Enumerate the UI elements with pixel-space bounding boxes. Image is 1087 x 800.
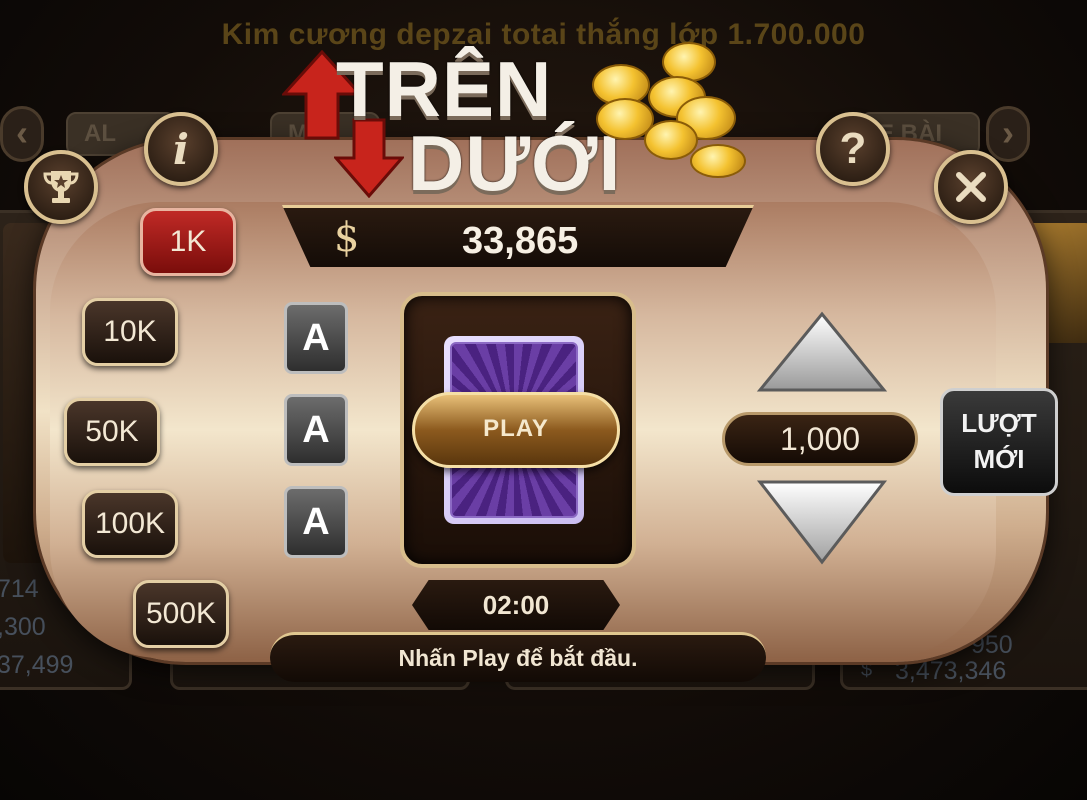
new-turn-label-line1: LƯỢT <box>961 408 1037 438</box>
bg-next-arrow-icon: › <box>986 106 1030 162</box>
history-card: A <box>284 486 348 558</box>
countdown-timer: 02:00 <box>412 580 620 630</box>
new-turn-label-line2: MỚI <box>973 444 1025 474</box>
lower-button[interactable] <box>756 478 888 566</box>
close-button[interactable] <box>934 150 1008 224</box>
higher-button[interactable] <box>756 310 888 394</box>
currency-icon: $ <box>334 215 360 261</box>
info-icon: i <box>173 124 189 174</box>
bg-right-currency: $ <box>861 659 873 681</box>
bet-amount: 1,000 <box>722 412 918 466</box>
hint-message: Nhấn Play để bắt đầu. <box>270 632 766 682</box>
play-button[interactable]: PLAY <box>412 392 620 468</box>
game-logo: TRÊN DƯỚI <box>282 40 752 207</box>
help-button[interactable]: ? <box>816 112 890 186</box>
up-arrow-icon <box>756 311 888 392</box>
trophy-icon <box>43 171 79 203</box>
chip-10k[interactable]: 10K <box>82 298 178 366</box>
game-stage: Kim cương depzai totai thắng lớp 1.700.0… <box>0 0 1087 800</box>
chip-50k[interactable]: 50K <box>64 398 160 466</box>
chip-500k[interactable]: 500K <box>133 580 229 648</box>
new-turn-button[interactable]: LƯỢT MỚI <box>940 388 1058 496</box>
bg-left-stat-3: 37,499 <box>0 651 74 679</box>
leaderboard-button[interactable] <box>24 150 98 224</box>
chip-100k[interactable]: 100K <box>82 490 178 558</box>
down-arrow-icon <box>756 480 888 565</box>
help-icon: ? <box>839 124 867 173</box>
close-icon <box>956 172 986 202</box>
bg-left-stat-1: 714 <box>0 575 39 603</box>
history-card: A <box>284 302 348 374</box>
bg-right-stat-4: 3,473,346 <box>895 657 1007 685</box>
balance-amount: 33,865 <box>462 220 579 262</box>
balance-bar: $ 33,865 <box>282 205 754 267</box>
chip-1k[interactable]: 1K <box>140 208 236 276</box>
bg-left-stat-2: ,300 <box>0 613 46 641</box>
bg-prev-arrow-icon: ‹ <box>0 106 44 162</box>
logo-text-duoi: DƯỚI <box>408 119 622 207</box>
info-button[interactable]: i <box>144 112 218 186</box>
history-card: A <box>284 394 348 466</box>
